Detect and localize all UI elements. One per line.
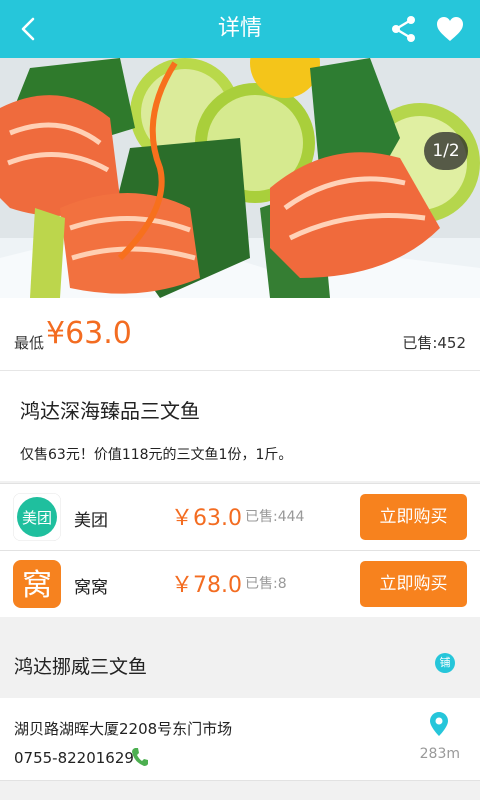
seller-name: 美团 <box>74 511 108 531</box>
phone-icon[interactable] <box>131 747 149 767</box>
seller-price: ￥78.0 <box>171 573 242 598</box>
seller-sold-count: 已售:8 <box>245 576 287 592</box>
meituan-logo-icon: 美团 <box>13 493 61 541</box>
lowest-price-label: 最低 <box>14 334 45 352</box>
seller-row-meituan[interactable]: 美团 美团 ￥63.0 已售:444 立即购买 <box>0 483 480 550</box>
shop-phone-number[interactable]: 0755-82201629 <box>14 749 134 767</box>
shop-address[interactable]: 湖贝路湖晖大厦2208号东门市场 <box>14 718 232 739</box>
wowo-logo-icon: 窝 <box>13 560 61 608</box>
shop-name: 鸿达挪威三文鱼 <box>14 656 148 678</box>
seller-row-wowo[interactable]: 窝 窝窝 ￥78.0 已售:8 立即购买 <box>0 550 480 617</box>
svg-text:窝: 窝 <box>22 568 52 603</box>
svg-text:美团: 美团 <box>22 509 52 527</box>
deal-description-section: 鸿达深海臻品三文鱼 仅售63元！价值118元的三文鱼1份，1斤。 <box>0 371 480 481</box>
share-icon[interactable] <box>386 11 422 47</box>
deal-description: 仅售63元！价值118元的三文鱼1份，1斤。 <box>20 447 293 463</box>
shop-distance: 283m <box>419 746 460 762</box>
product-photo[interactable]: 1/2 <box>0 58 480 298</box>
top-app-bar: 详情 <box>0 0 480 58</box>
favorite-heart-icon[interactable] <box>432 11 468 47</box>
seller-price: ￥63.0 <box>171 506 242 531</box>
buy-now-button-meituan[interactable]: 立即购买 <box>360 494 467 540</box>
image-counter: 1/2 <box>424 132 468 170</box>
shop-header[interactable]: 鸿达挪威三文鱼 铺 <box>0 630 480 698</box>
seller-name: 窝窝 <box>74 578 108 598</box>
price-summary: 最低 ¥63.0 已售:452 <box>0 298 480 371</box>
shop-info: 湖贝路湖晖大厦2208号东门市场 0755-82201629 283m <box>0 698 480 781</box>
map-pin-icon[interactable] <box>430 712 448 736</box>
seller-sold-count: 已售:444 <box>245 509 305 525</box>
lowest-price-value: ¥63.0 <box>46 316 132 351</box>
buy-now-button-wowo[interactable]: 立即购买 <box>360 561 467 607</box>
total-sold-count: 已售:452 <box>402 334 466 352</box>
shop-badge-icon: 铺 <box>435 653 455 673</box>
deal-title: 鸿达深海臻品三文鱼 <box>20 399 200 423</box>
